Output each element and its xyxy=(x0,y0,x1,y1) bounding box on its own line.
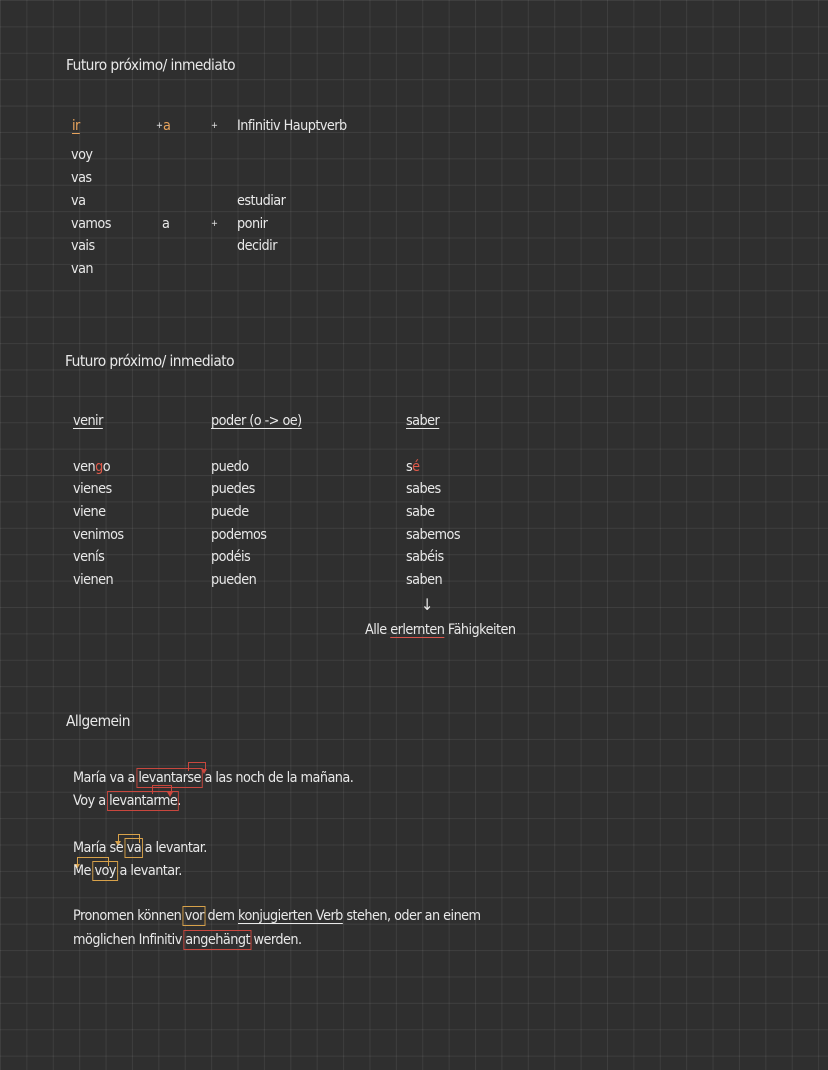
venir-form: viene xyxy=(73,504,106,520)
poder-form: puedo xyxy=(211,459,249,475)
mid-plus: + xyxy=(211,219,218,229)
example-verb: decidir xyxy=(237,238,278,254)
venir-form: vienen xyxy=(73,572,114,588)
section2-title: Futuro próximo/ inmediato xyxy=(65,352,235,370)
ir-form: vamos xyxy=(71,216,111,232)
header-plus-1: + xyxy=(156,121,163,131)
poder-form: puede xyxy=(211,504,249,520)
venir-form: vienes xyxy=(73,481,112,497)
saber-form: sabéis xyxy=(406,549,444,565)
header-ir: ir xyxy=(72,118,80,134)
example-line: María se va a levantar. xyxy=(73,838,207,858)
rule-line: möglichen Infinitiv angehängt werden. xyxy=(73,930,302,950)
venir-form: vengo xyxy=(73,459,111,475)
example-line: Voy a levantarme. xyxy=(73,791,181,811)
saber-form: saben xyxy=(406,572,443,588)
poder-form: puedes xyxy=(211,481,255,497)
poder-form: podéis xyxy=(211,549,251,565)
saber-header: saber xyxy=(406,413,440,429)
ir-form: vais xyxy=(71,238,95,254)
example-verb: estudiar xyxy=(237,193,286,209)
venir-form: venimos xyxy=(73,527,124,543)
poder-form: pueden xyxy=(211,572,257,588)
header-a: a xyxy=(163,118,171,134)
saber-form: sabemos xyxy=(406,527,461,543)
ir-form: vas xyxy=(71,170,92,186)
ir-form: van xyxy=(71,261,94,277)
rule-line: Pronomen können vor dem konjugierten Ver… xyxy=(73,906,481,926)
venir-header: venir xyxy=(73,413,103,429)
header-infinitive: Infinitiv Hauptverb xyxy=(237,118,347,134)
section3-title: Allgemein xyxy=(66,712,130,730)
ir-form: voy xyxy=(71,147,93,163)
poder-form: podemos xyxy=(211,527,267,543)
arrow-down-icon: ↓ xyxy=(421,595,433,614)
example-line: María va a levantarse a las noch de la m… xyxy=(73,768,354,788)
example-verb: ponir xyxy=(237,216,268,232)
saber-form: sé xyxy=(406,459,420,475)
poder-header: poder (o -> oe) xyxy=(211,413,302,429)
section1-title: Futuro próximo/ inmediato xyxy=(66,56,236,74)
saber-form: sabes xyxy=(406,481,441,497)
saber-form: sabe xyxy=(406,504,435,520)
irregular-letter: é xyxy=(412,459,420,475)
example-line: Me voy a levantar. xyxy=(73,861,182,881)
mid-a: a xyxy=(162,216,170,232)
venir-form: venís xyxy=(73,549,105,565)
saber-note: Alle erlernten Fähigkeiten xyxy=(365,622,516,638)
header-plus-2: + xyxy=(211,121,218,131)
ir-form: va xyxy=(71,193,86,209)
